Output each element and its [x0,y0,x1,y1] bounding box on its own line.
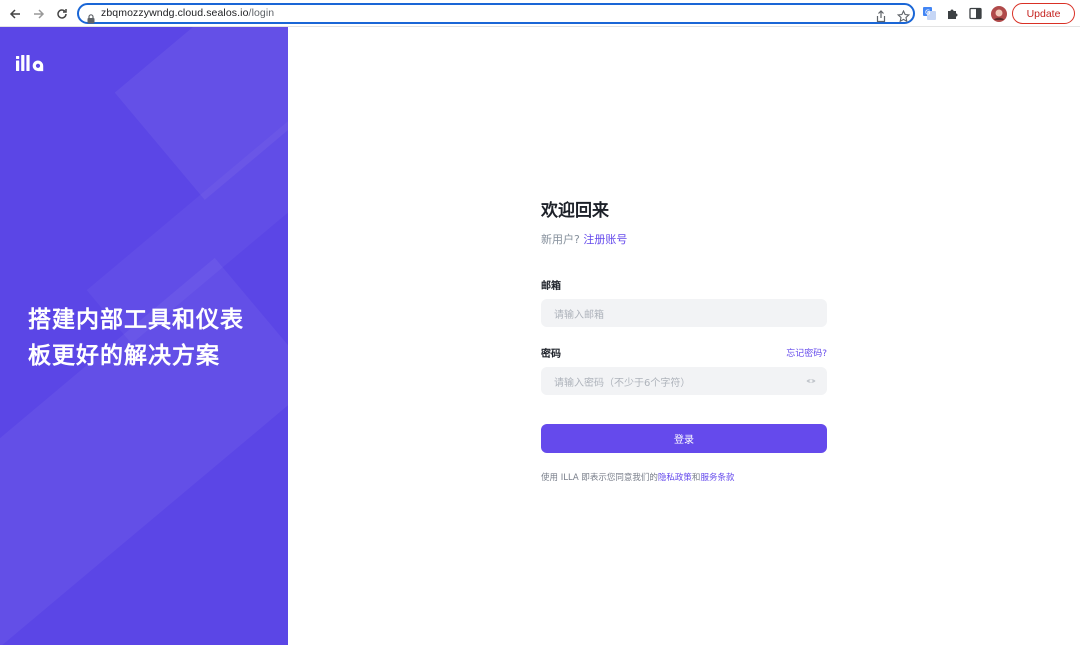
new-user-text: 新用户? [541,233,580,246]
brand-panel: 搭建内部工具和仪表 板更好的解决方案 [0,27,288,645]
register-prompt: 新用户? 注册账号 [541,231,827,247]
side-panel-icon[interactable] [967,5,984,22]
reload-icon[interactable] [52,4,71,23]
password-field[interactable]: 请输入密码（不少于6个字符） [541,367,827,395]
slogan-line-1: 搭建内部工具和仪表 [28,307,244,333]
terms-of-service-link[interactable]: 服务条款 [700,473,734,483]
extensions-puzzle-icon[interactable] [944,5,961,22]
login-form: 欢迎回来 新用户? 注册账号 邮箱 请输入邮箱 密码 忘记密码? 请输入密码（不… [541,196,827,483]
url-path: /login [248,7,275,19]
login-button[interactable]: 登录 [541,424,827,453]
email-placeholder: 请输入邮箱 [554,309,604,321]
terms-prefix: 使用 ILLA 即表示您同意我们的 [541,473,658,483]
privacy-policy-link[interactable]: 隐私政策 [658,473,692,483]
svg-text:G: G [925,9,930,17]
url-text[interactable]: zbqmozzywndg.cloud.sealos.io/login [101,7,274,19]
forward-icon[interactable] [29,4,48,23]
url-host: zbqmozzywndg.cloud.sealos.io [101,7,249,19]
page-title: 欢迎回来 [541,201,609,221]
terms-text: 使用 ILLA 即表示您同意我们的隐私政策和服务条款 [541,471,827,483]
register-link[interactable]: 注册账号 [583,233,627,246]
translate-icon[interactable]: G [921,5,938,22]
password-label: 密码 [541,349,561,360]
share-icon[interactable] [875,8,888,23]
bookmark-star-icon[interactable] [896,8,911,23]
brand-slogan: 搭建内部工具和仪表 板更好的解决方案 [28,302,268,374]
lock-icon[interactable] [87,9,95,28]
password-label-row: 密码 忘记密码? [541,345,827,360]
forgot-password-link[interactable]: 忘记密码? [786,346,827,359]
update-button[interactable]: Update [1012,3,1075,24]
eye-icon[interactable] [806,376,816,389]
password-placeholder: 请输入密码（不少于6个字符） [554,377,691,389]
email-label: 邮箱 [541,281,561,292]
address-bar[interactable]: zbqmozzywndg.cloud.sealos.io/login [77,3,915,24]
profile-avatar[interactable] [990,5,1007,22]
back-icon[interactable] [5,4,24,23]
email-field[interactable]: 请输入邮箱 [541,299,827,327]
slogan-line-2: 板更好的解决方案 [28,343,220,369]
browser-toolbar: zbqmozzywndg.cloud.sealos.io/login G Upd… [0,0,1080,27]
illa-logo [16,54,54,78]
